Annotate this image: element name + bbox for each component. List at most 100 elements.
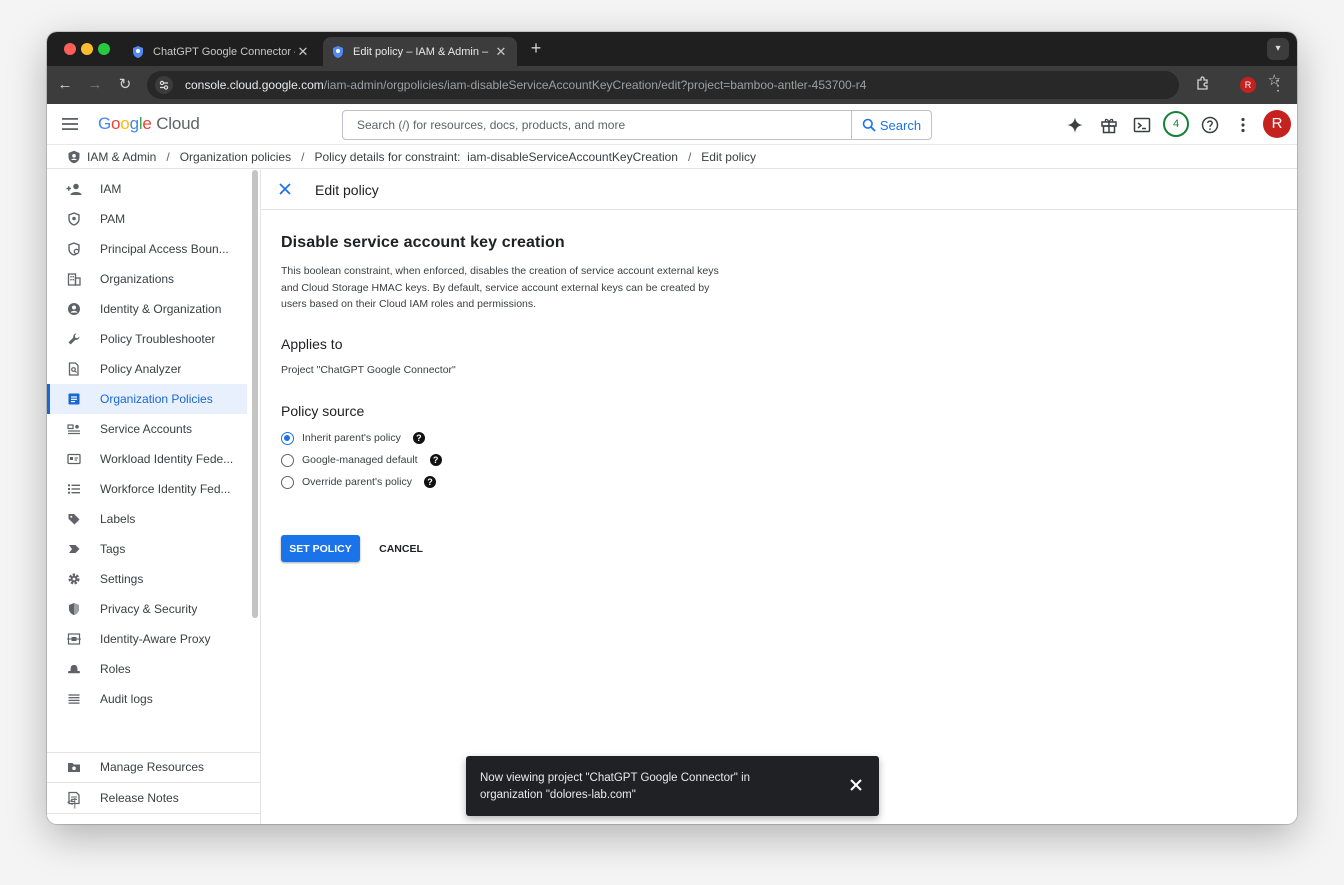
extensions-puzzle-icon[interactable]: [1193, 75, 1213, 95]
url-text: console.cloud.google.com/iam-admin/orgpo…: [185, 78, 867, 92]
breadcrumb: IAM & Admin / Organization policies / Po…: [47, 145, 1297, 169]
label-icon: [64, 511, 84, 527]
sidebar-item-roles[interactable]: Roles: [47, 654, 247, 684]
iam-shield-icon: [68, 150, 80, 163]
sidebar-item-principal-access-boundary[interactable]: Principal Access Boun...: [47, 234, 247, 264]
browser-menu-kebab-icon[interactable]: ⋮: [1268, 75, 1288, 95]
notifications-badge[interactable]: 4: [1163, 111, 1189, 137]
account-avatar[interactable]: R: [1263, 110, 1291, 138]
tab-close-icon[interactable]: ✕: [295, 44, 311, 60]
sidebar-item-iam[interactable]: IAM: [47, 174, 247, 204]
gift-icon[interactable]: [1098, 114, 1120, 136]
breadcrumb-separator: /: [166, 149, 170, 164]
help-circle-icon[interactable]: [1199, 114, 1221, 136]
radio-override-parent-policy[interactable]: Override parent's policy ?: [281, 473, 436, 491]
forward-arrow-icon[interactable]: →: [85, 75, 105, 95]
sidebar-item-policy-analyzer[interactable]: Policy Analyzer: [47, 354, 247, 384]
main-content: Edit policy Disable service account key …: [261, 170, 1297, 824]
more-options-kebab-icon[interactable]: [1232, 114, 1254, 136]
sidebar-item-audit-logs[interactable]: Audit logs: [47, 684, 247, 714]
tab-strip: ChatGPT Google Connector – ✕ Edit policy…: [47, 32, 1297, 66]
help-icon[interactable]: ?: [423, 476, 436, 488]
browser-window: ChatGPT Google Connector – ✕ Edit policy…: [47, 32, 1297, 824]
search-input[interactable]: [343, 111, 851, 139]
radio-button[interactable]: [281, 431, 294, 445]
sidebar-divider: [47, 813, 260, 814]
list-document-icon: [64, 391, 84, 407]
search-button[interactable]: Search: [851, 111, 931, 139]
minimize-window-button[interactable]: [81, 43, 93, 55]
radio-inherit-parent-policy[interactable]: Inherit parent's policy ?: [281, 429, 425, 447]
help-icon[interactable]: ?: [429, 454, 442, 466]
sidebar-item-manage-resources[interactable]: Manage Resources: [47, 752, 260, 782]
folder-gear-icon: [64, 759, 84, 775]
browser-tab-edit-policy[interactable]: Edit policy – IAM & Admin – ✕: [323, 37, 517, 66]
sidebar-item-pam[interactable]: PAM: [47, 204, 247, 234]
address-bar[interactable]: console.cloud.google.com/iam-admin/orgpo…: [147, 71, 1179, 99]
google-cloud-logo[interactable]: Google Cloud: [98, 114, 200, 134]
radio-button[interactable]: [281, 475, 294, 489]
tab-title: ChatGPT Google Connector –: [153, 45, 295, 58]
snackbar-message: Now viewing project "ChatGPT Google Conn…: [480, 772, 751, 801]
cancel-button[interactable]: CANCEL: [371, 535, 431, 562]
breadcrumb-policy-details[interactable]: Policy details for constraint: iam-disab…: [314, 150, 678, 164]
radio-label: Google-managed default: [302, 454, 418, 466]
site-settings-tune-icon[interactable]: [155, 76, 173, 94]
sidebar-item-policy-troubleshooter[interactable]: Policy Troubleshooter: [47, 324, 247, 354]
edit-header: Edit policy: [261, 170, 1297, 210]
set-policy-button[interactable]: SET POLICY: [281, 535, 360, 562]
browser-profile-avatar[interactable]: R: [1240, 77, 1256, 93]
sidebar-item-privacy-security[interactable]: Privacy & Security: [47, 594, 247, 624]
sidebar-item-identity-organization[interactable]: Identity & Organization: [47, 294, 247, 324]
sidebar-item-workforce-identity-federation[interactable]: Workforce Identity Fed...: [47, 474, 247, 504]
back-arrow-icon[interactable]: ←: [55, 75, 75, 95]
close-icon[interactable]: [277, 181, 293, 197]
collapse-sidebar-icon[interactable]: <|: [67, 797, 76, 809]
tab-title: Edit policy – IAM & Admin –: [353, 45, 489, 58]
sidebar-item-organizations[interactable]: Organizations: [47, 264, 247, 294]
sidebar-item-organization-policies[interactable]: Organization Policies: [47, 384, 247, 414]
sidebar-item-tags[interactable]: Tags: [47, 534, 247, 564]
radio-label: Override parent's policy: [302, 476, 412, 488]
snackbar: Now viewing project "ChatGPT Google Conn…: [466, 756, 879, 816]
applies-to-heading: Applies to: [281, 336, 343, 352]
roles-hat-icon: [64, 661, 84, 677]
sidebar-scrollbar[interactable]: [252, 170, 258, 618]
reload-icon[interactable]: ↻: [115, 75, 135, 95]
tab-close-icon[interactable]: ✕: [493, 44, 509, 60]
constraint-heading: Disable service account key creation: [281, 234, 565, 251]
lines-icon: [64, 691, 84, 707]
building-icon: [64, 271, 84, 287]
sidebar-item-service-accounts[interactable]: Service Accounts: [47, 414, 247, 444]
close-icon[interactable]: [849, 778, 863, 792]
gcp-shield-favicon-icon: [333, 45, 343, 58]
maximize-window-button[interactable]: [98, 43, 110, 55]
applies-to-value: Project "ChatGPT Google Connector": [281, 364, 456, 376]
close-window-button[interactable]: [64, 43, 76, 55]
help-icon[interactable]: ?: [412, 432, 425, 444]
breadcrumb-iam-admin[interactable]: IAM & Admin: [87, 150, 156, 164]
cloud-shell-terminal-icon[interactable]: [1131, 114, 1153, 136]
shield-key-icon: [64, 211, 84, 227]
main-menu-hamburger-icon[interactable]: [61, 115, 79, 133]
sidebar-item-labels[interactable]: Labels: [47, 504, 247, 534]
gcp-shield-favicon-icon: [133, 45, 143, 58]
browser-tab-chatgpt-connector[interactable]: ChatGPT Google Connector – ✕: [123, 37, 319, 66]
new-tab-plus-icon[interactable]: +: [525, 38, 547, 60]
tab-search-chevron-icon[interactable]: ▾: [1267, 38, 1289, 60]
id-card-icon: [64, 451, 84, 467]
sidebar-item-workload-identity-federation[interactable]: Workload Identity Fede...: [47, 444, 247, 474]
tag-icon: [64, 541, 84, 557]
radio-google-managed-default[interactable]: Google-managed default ?: [281, 451, 442, 469]
console-header: Google Cloud Search 4 R: [47, 104, 1297, 145]
wrench-icon: [64, 331, 84, 347]
gemini-sparkle-icon[interactable]: [1064, 114, 1086, 136]
sidebar-item-release-notes[interactable]: Release Notes: [47, 783, 260, 813]
radio-button[interactable]: [281, 453, 294, 467]
sidebar-item-settings[interactable]: Settings: [47, 564, 247, 594]
document-search-icon: [64, 361, 84, 377]
radio-label: Inherit parent's policy: [302, 432, 401, 444]
breadcrumb-edit-policy: Edit policy: [701, 149, 756, 164]
breadcrumb-organization-policies[interactable]: Organization policies: [180, 150, 291, 164]
sidebar-item-identity-aware-proxy[interactable]: Identity-Aware Proxy: [47, 624, 247, 654]
